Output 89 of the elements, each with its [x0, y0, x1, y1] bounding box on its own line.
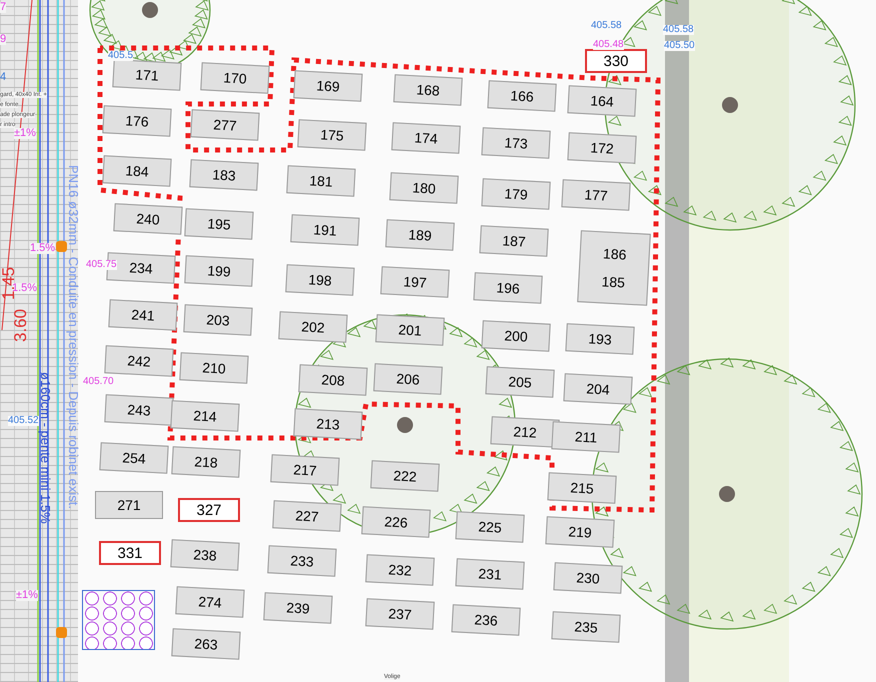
parking-space: 263 — [171, 628, 241, 660]
parking-space: 193 — [565, 323, 635, 355]
parking-space: 214 — [170, 400, 240, 432]
parking-space: 208 — [298, 364, 368, 396]
parking-space: 189 — [385, 219, 455, 251]
parking-space: 236 — [451, 604, 521, 636]
parking-space: 227 — [272, 500, 342, 532]
parking-space: 174 — [391, 122, 461, 154]
parking-space: 230 — [553, 562, 623, 594]
parking-space: 218 — [171, 446, 241, 478]
parking-space: 181 — [286, 165, 356, 197]
reserved-space: 330 — [585, 49, 647, 73]
elevation-label: 405.48 — [593, 40, 624, 50]
parking-space: 217 — [270, 454, 340, 486]
parking-space: 226 — [361, 506, 431, 538]
parking-space: 179 — [481, 178, 551, 210]
parking-space: 203 — [183, 304, 253, 336]
parking-space: 206 — [373, 363, 443, 395]
space-number: 186 — [602, 246, 627, 262]
parking-space: 205 — [485, 366, 555, 398]
parking-space: 169 — [293, 70, 363, 102]
reserved-space: 331 — [99, 541, 161, 565]
parking-space: 237 — [365, 598, 435, 630]
parking-space: 213 — [293, 408, 363, 440]
parking-space: 204 — [563, 373, 633, 405]
parking-space: 187 — [479, 225, 549, 257]
elevation-label: 405.75 — [86, 260, 117, 270]
parking-space: 166 — [487, 80, 557, 112]
parking-space: 241 — [108, 299, 178, 331]
plan-annotation: 7 — [0, 2, 6, 13]
reserved-space: 327 — [178, 498, 240, 522]
parking-space: 240 — [113, 203, 183, 235]
parking-space: 231 — [455, 558, 525, 590]
parking-space: 195 — [184, 208, 254, 240]
parking-space: 183 — [189, 159, 259, 191]
parking-space: 173 — [481, 127, 551, 159]
parking-space: 235 — [551, 611, 621, 643]
parking-space: 170 — [200, 62, 270, 94]
parking-space: 212 — [490, 416, 560, 448]
parking-space: 164 — [567, 85, 637, 117]
parking-space: 219 — [545, 516, 615, 548]
parking-space: 233 — [267, 545, 337, 577]
parking-space: 180 — [389, 172, 459, 204]
plan-annotation: 1.5% — [30, 243, 56, 254]
plan-annotation: ±1% — [16, 590, 38, 601]
parking-space: 239 — [263, 592, 333, 624]
dimension-label: 3.60 — [12, 308, 29, 342]
parking-space: 168 — [393, 74, 463, 106]
parking-space: 238 — [170, 539, 240, 571]
elevation-label: 405.52 — [8, 416, 39, 426]
parking-space: 197 — [380, 266, 450, 298]
plan-annotation: 4 — [0, 72, 6, 83]
elevation-label: 405.50 — [664, 41, 695, 51]
space-number: 185 — [601, 274, 626, 290]
plan-annotation: 9 — [0, 34, 6, 45]
elevation-label: 405.58 — [591, 21, 622, 31]
pipe-label: PN16 ø32mm - Conduite en pression - Depuis robinet exist. — [67, 165, 80, 509]
parking-space: 215 — [547, 472, 617, 504]
parking-space: 171 — [112, 59, 182, 91]
parking-space: 200 — [481, 320, 551, 352]
parking-space: 210 — [179, 352, 249, 384]
parking-space: 254 — [99, 442, 169, 474]
plan-annotation: ±1% — [14, 128, 36, 139]
parking-space: 172 — [567, 132, 637, 164]
valve-icon — [56, 627, 67, 638]
parking-space: 177 — [561, 179, 631, 211]
parking-space: 277 — [190, 109, 260, 141]
elevation-label: 405.5 — [108, 51, 134, 61]
parking-space: 225 — [455, 511, 525, 543]
parking-space: 184 — [102, 155, 172, 187]
parking-space: 274 — [175, 586, 245, 618]
parking-space: 199 — [184, 255, 254, 287]
parking-space: 271 — [95, 491, 163, 519]
parking-space: 243 — [104, 394, 174, 426]
parking-space: 176 — [102, 105, 172, 137]
pipe-label: ø160cm - pente mini 1.5% — [39, 372, 52, 524]
parking-space: 242 — [104, 345, 174, 377]
parking-space: 175 — [297, 119, 367, 151]
parking-space: 198 — [285, 264, 355, 296]
parking-space: 202 — [278, 311, 348, 343]
elevation-label: 405.70 — [83, 377, 114, 387]
elevation-label: 405.58 — [663, 25, 694, 35]
parking-space: 201 — [375, 314, 445, 346]
parking-space: 191 — [290, 214, 360, 246]
parking-space: 222 — [370, 460, 440, 492]
valve-icon — [56, 241, 67, 252]
parking-space: 211 — [551, 421, 621, 453]
parking-space: 232 — [365, 554, 435, 586]
parking-space: 196 — [473, 272, 543, 304]
